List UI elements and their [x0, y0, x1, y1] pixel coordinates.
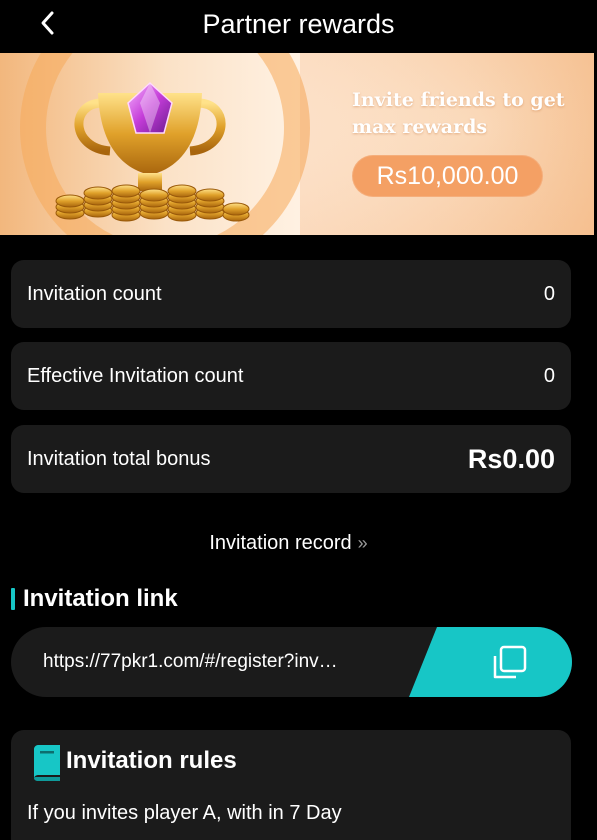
total-bonus-value: Rs0.00 — [467, 444, 555, 474]
copy-button-shape — [409, 627, 572, 697]
banner-glow — [300, 53, 594, 235]
banner-headline: Invite friends to get max rewards — [352, 89, 565, 138]
trophy-icon — [55, 81, 250, 222]
stat-value: 0 — [543, 365, 555, 387]
stat-label: Invitation total bonus — [27, 448, 211, 470]
invitation-total-bonus-card: Invitation total bonus Rs0.00 — [11, 425, 571, 493]
max-reward-badge: Rs10,000.00 — [352, 155, 543, 197]
promo-banner[interactable]: Invite friends to get max rewards Rs10,0… — [0, 53, 594, 235]
app-header: Partner rewards — [0, 0, 597, 52]
stat-value: 0 — [543, 283, 555, 305]
page-title: Partner rewards — [202, 9, 395, 39]
double-chevron-right-icon: » — [357, 533, 368, 553]
invitation-count-card: Invitation count 0 — [11, 260, 571, 328]
rules-title: Invitation rules — [66, 747, 237, 774]
stat-label: Invitation count — [27, 283, 162, 305]
rules-text: If you invites player A, with in 7 Day — [27, 802, 342, 824]
invitation-record-label: Invitation record — [209, 532, 352, 554]
copy-link-button[interactable] — [409, 627, 572, 697]
section-accent-bar — [11, 588, 15, 610]
book-icon — [34, 745, 60, 781]
effective-invitation-count-card: Effective Invitation count 0 — [11, 342, 571, 410]
invitation-rules-card: Invitation rules If you invites player A… — [11, 730, 571, 840]
section-title: Invitation link — [23, 585, 178, 612]
invitation-url[interactable]: https://77pkr1.com/#/register?inv… — [43, 627, 395, 697]
invitation-link-box: https://77pkr1.com/#/register?inv… — [11, 627, 572, 697]
invitation-record-link[interactable]: Invitation record» — [0, 528, 577, 558]
stat-label: Effective Invitation count — [27, 365, 244, 387]
